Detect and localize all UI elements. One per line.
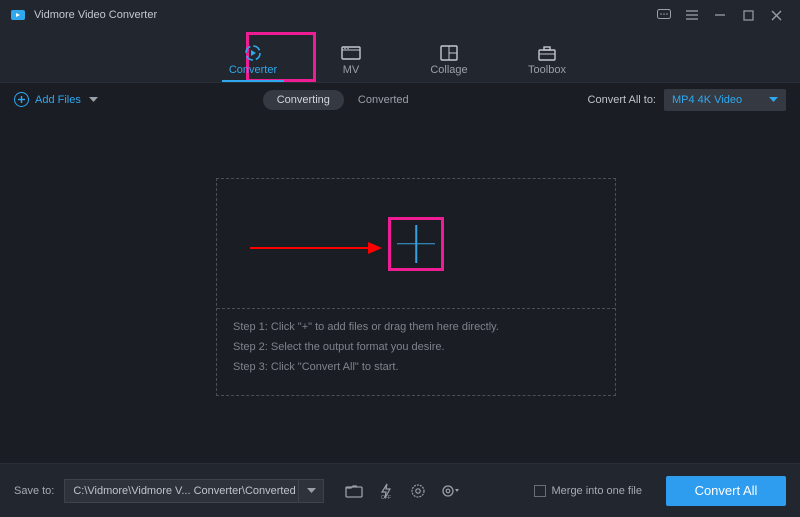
- close-button[interactable]: [762, 0, 790, 30]
- mv-icon: [340, 44, 362, 62]
- app-title: Vidmore Video Converter: [34, 9, 650, 21]
- save-to-label: Save to:: [14, 485, 54, 497]
- feedback-icon[interactable]: [650, 0, 678, 30]
- footer: Save to: C:\Vidmore\Vidmore V... Convert…: [0, 463, 800, 517]
- toolbar: Add Files Converting Converted Convert A…: [0, 82, 800, 116]
- save-path-field: C:\Vidmore\Vidmore V... Converter\Conver…: [64, 479, 298, 503]
- convert-all-button[interactable]: Convert All: [666, 476, 786, 506]
- hardware-accel-icon[interactable]: OFF: [376, 481, 396, 501]
- chevron-down-icon: [89, 97, 98, 103]
- open-folder-icon[interactable]: [344, 481, 364, 501]
- tab-label: Converter: [229, 64, 277, 76]
- instruction-step-2: Step 2: Select the output format you des…: [233, 341, 599, 353]
- window-controls: [650, 0, 790, 30]
- tab-toolbox[interactable]: Toolbox: [516, 44, 578, 82]
- converter-icon: [242, 44, 264, 62]
- footer-tool-icons: OFF: [344, 481, 460, 501]
- convert-all-to: Convert All to: MP4 4K Video: [588, 89, 786, 111]
- convert-all-to-label: Convert All to:: [588, 94, 656, 106]
- add-files-label: Add Files: [35, 94, 81, 106]
- drop-zone[interactable]: [217, 179, 615, 309]
- drop-panel: Step 1: Click "+" to add files or drag t…: [216, 178, 616, 396]
- settings-icon[interactable]: [440, 481, 460, 501]
- tab-label: MV: [343, 64, 360, 76]
- main-tabs: Converter MV Collage Toolbox: [0, 30, 800, 82]
- output-format-select[interactable]: MP4 4K Video: [664, 89, 786, 111]
- save-path-select[interactable]: C:\Vidmore\Vidmore V... Converter\Conver…: [64, 479, 324, 503]
- merge-label: Merge into one file: [552, 485, 643, 497]
- menu-icon[interactable]: [678, 0, 706, 30]
- titlebar: Vidmore Video Converter: [0, 0, 800, 30]
- svg-text:OFF: OFF: [381, 495, 391, 499]
- selected-format: MP4 4K Video: [672, 94, 742, 106]
- minimize-button[interactable]: [706, 0, 734, 30]
- sub-tab-converting[interactable]: Converting: [263, 90, 344, 110]
- tab-collage[interactable]: Collage: [418, 44, 480, 82]
- tab-label: Collage: [430, 64, 467, 76]
- app-logo-icon: [10, 7, 26, 23]
- annotation-highlight-plus: [388, 217, 444, 271]
- tab-mv[interactable]: MV: [320, 44, 382, 82]
- content-area: Step 1: Click "+" to add files or drag t…: [0, 116, 800, 451]
- tab-label: Toolbox: [528, 64, 566, 76]
- merge-checkbox[interactable]: Merge into one file: [534, 485, 643, 497]
- tab-converter[interactable]: Converter: [222, 44, 284, 82]
- drop-instructions: Step 1: Click "+" to add files or drag t…: [217, 309, 615, 385]
- save-path-dropdown-button[interactable]: [298, 479, 324, 503]
- high-speed-icon[interactable]: [408, 481, 428, 501]
- instruction-step-3: Step 3: Click "Convert All" to start.: [233, 361, 599, 373]
- toolbox-icon: [536, 44, 558, 62]
- add-plus-icon[interactable]: [397, 225, 435, 263]
- sub-tab-converted[interactable]: Converted: [344, 90, 423, 110]
- plus-circle-icon: [14, 92, 29, 107]
- collage-icon: [438, 44, 460, 62]
- add-files-button[interactable]: Add Files: [14, 92, 98, 107]
- chevron-down-icon: [769, 97, 778, 103]
- sub-tabs: Converting Converted: [263, 90, 423, 110]
- checkbox-icon: [534, 485, 546, 497]
- instruction-step-1: Step 1: Click "+" to add files or drag t…: [233, 321, 599, 333]
- maximize-button[interactable]: [734, 0, 762, 30]
